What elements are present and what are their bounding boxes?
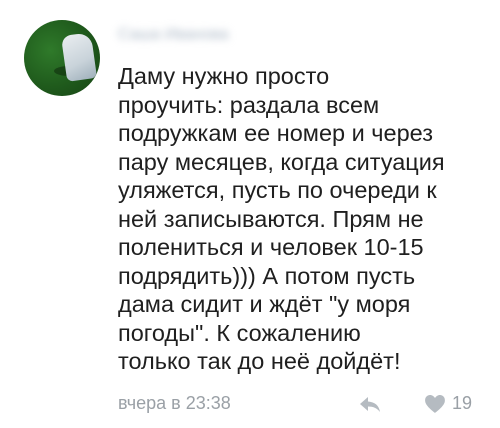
- comment-text: Даму нужно просто проучить: раздала всем…: [118, 63, 445, 374]
- heart-icon: [425, 395, 445, 413]
- author-name[interactable]: Саша Иванова: [118, 26, 238, 44]
- like-count: 19: [452, 393, 473, 413]
- like-button[interactable]: 19: [424, 392, 480, 414]
- reply-button[interactable]: [358, 394, 382, 414]
- comment-item: Саша Иванова Даму нужно просто проучить:…: [0, 0, 500, 428]
- comment-footer: вчера в 23:38 19: [118, 392, 480, 416]
- avatar-photo: [60, 32, 98, 82]
- comment-timestamp: вчера в 23:38: [118, 393, 231, 413]
- avatar[interactable]: [24, 20, 100, 96]
- reply-arrow-icon: [360, 397, 380, 412]
